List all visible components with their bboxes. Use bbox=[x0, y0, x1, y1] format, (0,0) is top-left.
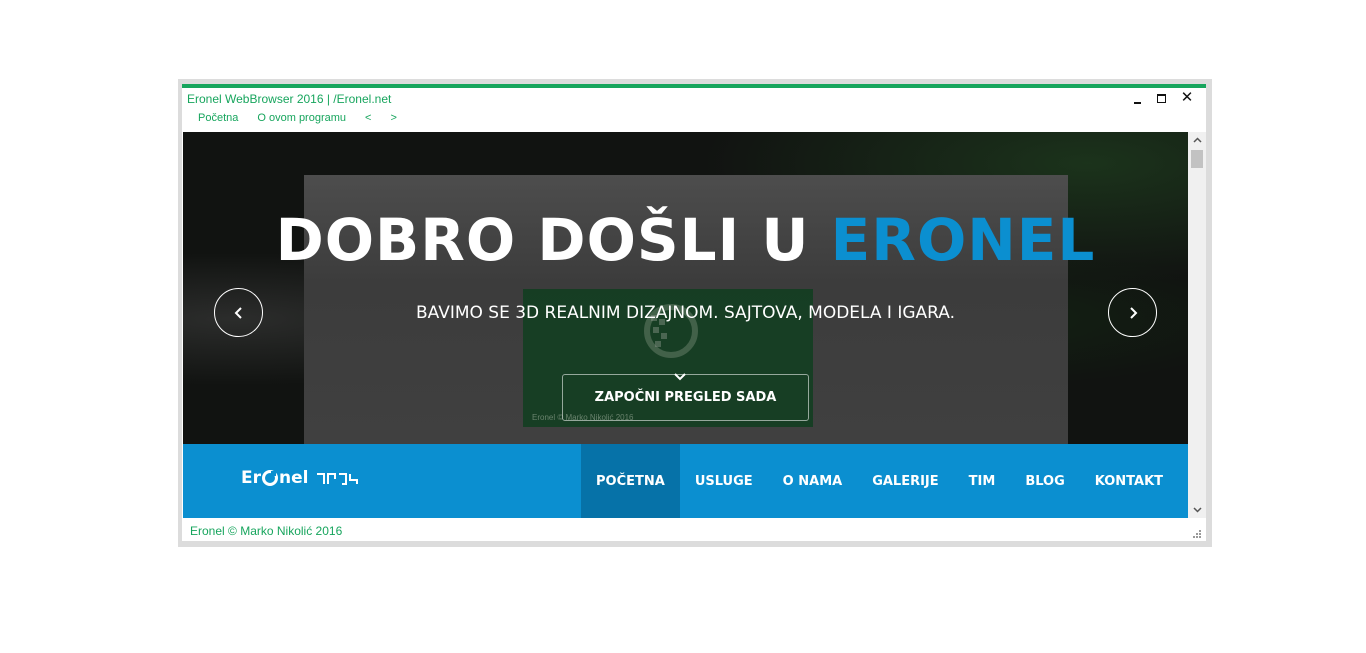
scroll-thumb[interactable] bbox=[1191, 150, 1203, 168]
nav-item-contact[interactable]: KONTAKT bbox=[1080, 444, 1178, 518]
menu-item-back[interactable]: < bbox=[365, 112, 371, 124]
resize-grip-icon[interactable] bbox=[1190, 527, 1202, 539]
nav-item-about[interactable]: O NAMA bbox=[768, 444, 858, 518]
scroll-up-button[interactable] bbox=[1188, 132, 1206, 148]
maximize-icon bbox=[1157, 94, 1166, 103]
chevron-right-icon bbox=[1129, 306, 1137, 319]
hero-subtitle: BAVIMO SE 3D REALNIM DIZAJNOM. SAJTOVA, … bbox=[415, 303, 956, 323]
site-navbar: Er nel POČETNA USLUGE O NAMA GALERIJE TI… bbox=[183, 444, 1188, 518]
logo-glyph-mark bbox=[317, 473, 359, 485]
logo-circle-icon bbox=[262, 470, 278, 486]
scroll-down-button[interactable] bbox=[1188, 502, 1206, 518]
hero-title: DOBRO DOŠLI U ERONEL bbox=[183, 206, 1188, 274]
hero-title-main: DOBRO DOŠLI U bbox=[275, 206, 831, 274]
site-logo[interactable]: Er nel bbox=[241, 468, 360, 488]
carousel-next-button[interactable] bbox=[1108, 288, 1157, 337]
window-title: Eronel WebBrowser 2016 | /Eronel.net bbox=[187, 92, 392, 106]
maximize-button[interactable] bbox=[1154, 90, 1170, 106]
brand-text: Er bbox=[241, 468, 261, 488]
web-viewport: Eronel © Marko Nikolić 2016 DOBRO DOŠLI … bbox=[183, 132, 1188, 518]
chevron-left-icon bbox=[234, 306, 242, 319]
minimize-button[interactable] bbox=[1130, 90, 1146, 106]
start-browsing-button[interactable]: ZAPOČNI PREGLED SADA bbox=[562, 374, 809, 421]
title-accent-bar bbox=[182, 84, 1206, 88]
minimize-icon bbox=[1134, 102, 1141, 104]
nav-item-services[interactable]: USLUGE bbox=[680, 444, 768, 518]
app-menu: Početna O ovom programu < > bbox=[198, 112, 397, 124]
nav-item-home[interactable]: POČETNA bbox=[581, 444, 680, 518]
browser-window: Eronel WebBrowser 2016 | /Eronel.net ✕ P… bbox=[182, 84, 1206, 541]
menu-item-about[interactable]: O ovom programu bbox=[257, 112, 346, 124]
status-bar-text: Eronel © Marko Nikolić 2016 bbox=[190, 524, 343, 538]
carousel-prev-button[interactable] bbox=[214, 288, 263, 337]
nav-item-team[interactable]: TIM bbox=[954, 444, 1011, 518]
close-icon: ✕ bbox=[1180, 89, 1194, 106]
hero-title-accent: ERONEL bbox=[830, 206, 1096, 274]
nav-item-galleries[interactable]: GALERIJE bbox=[857, 444, 953, 518]
menu-item-forward[interactable]: > bbox=[390, 112, 396, 124]
vertical-scrollbar[interactable] bbox=[1188, 132, 1206, 518]
chevron-up-icon bbox=[1192, 137, 1202, 143]
brand-text-tail: nel bbox=[279, 468, 309, 488]
close-button[interactable]: ✕ bbox=[1179, 90, 1195, 106]
nav-item-blog[interactable]: BLOG bbox=[1010, 444, 1079, 518]
site-nav: POČETNA USLUGE O NAMA GALERIJE TIM BLOG … bbox=[581, 444, 1178, 518]
chevron-down-icon bbox=[1192, 507, 1202, 513]
menu-item-home[interactable]: Početna bbox=[198, 112, 238, 124]
